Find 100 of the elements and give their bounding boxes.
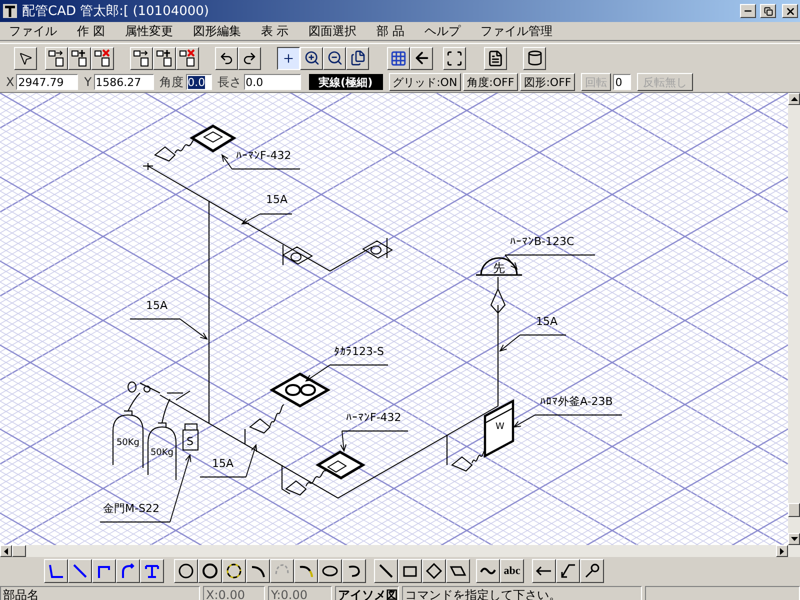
document-plus-icon xyxy=(156,49,174,67)
draw-tool-button[interactable] xyxy=(556,559,580,583)
redo-icon xyxy=(242,50,257,66)
close-icon xyxy=(784,6,796,16)
status-text: 部品名 xyxy=(0,586,200,600)
draw-tool-button[interactable] xyxy=(580,559,604,583)
right-arrow-icon xyxy=(780,548,784,554)
annotation-label: 15A xyxy=(146,299,168,312)
annotation-label: ﾊｰﾏﾝB-123C xyxy=(510,235,574,248)
draw-tool-button[interactable] xyxy=(476,559,500,583)
menu-item[interactable]: 属性変更 xyxy=(118,22,186,40)
input-field[interactable]: 0.0 xyxy=(186,74,212,90)
draw-tool-button[interactable] xyxy=(270,559,294,583)
draw-tool-button[interactable] xyxy=(68,559,92,583)
draw-tool-button[interactable] xyxy=(246,559,270,583)
scrollbar-thumb xyxy=(788,503,800,518)
symbol-label: S xyxy=(186,435,194,448)
draw-tool-button[interactable] xyxy=(140,559,164,583)
document-arrow-icon xyxy=(132,49,150,67)
draw-tool-button[interactable] xyxy=(198,559,222,583)
draw-tool-button[interactable] xyxy=(446,559,470,583)
bold-circle-icon xyxy=(201,562,219,580)
draw-tool-button[interactable] xyxy=(422,559,446,583)
toggle-button[interactable]: 角度:OFF xyxy=(463,73,518,91)
vertical-scrollbar[interactable] xyxy=(788,93,800,545)
draw-tool-button[interactable] xyxy=(342,559,366,583)
leader-arrow-icon xyxy=(559,562,577,580)
menu-item[interactable]: ヘルプ xyxy=(417,22,474,40)
draw-tool-button[interactable] xyxy=(398,559,422,583)
toolbar-button[interactable] xyxy=(277,46,300,70)
draw-tool-button[interactable] xyxy=(374,559,398,583)
cylinder-icon xyxy=(526,50,542,66)
draw-tool-button[interactable] xyxy=(116,559,140,583)
draw-tool-button[interactable] xyxy=(294,559,318,583)
status-text: X:0.00 xyxy=(203,586,265,600)
status-text: アイソメ図 xyxy=(335,586,399,600)
pointer-icon xyxy=(18,50,33,66)
draw-tool-button[interactable] xyxy=(44,559,68,583)
field-label: 角度 xyxy=(160,74,184,90)
menu-item[interactable]: ファイル xyxy=(2,22,70,40)
minimize-button[interactable] xyxy=(740,4,756,18)
menu-item[interactable]: 作 図 xyxy=(70,22,118,40)
drawing-canvas[interactable]: ﾊｰﾏﾝF-432 15A ﾊｰﾏﾝB-123C 15A 15A ﾀｶﾗ123-S ﾊﾛﾏ外釜A-23B ﾊｰﾏﾝF-432 15A 金門M-S22 先 50Kg 50Kg S W xyxy=(0,93,788,545)
restore-button[interactable] xyxy=(760,4,776,18)
diagonal-line-icon xyxy=(71,562,89,580)
input-field[interactable]: 1586.27 xyxy=(94,74,154,90)
pages-icon xyxy=(350,50,366,66)
menu-item[interactable]: 表 示 xyxy=(254,22,302,40)
field-label: X xyxy=(6,75,14,89)
annotation-label: 金門M-S22 xyxy=(103,502,160,515)
curved-step-icon xyxy=(119,562,137,580)
annotation-label: ﾊｰﾏﾝF-432 xyxy=(346,411,402,424)
menu-item[interactable]: 部 品 xyxy=(370,22,418,40)
document-plus-icon xyxy=(70,49,88,67)
annotation-label: ﾀｶﾗ123-S xyxy=(334,345,384,358)
annotation-label: 15A xyxy=(266,193,288,206)
app-icon xyxy=(2,3,18,19)
line-icon xyxy=(377,562,395,580)
draw-tool-button[interactable] xyxy=(92,559,116,583)
document-delete-icon xyxy=(94,49,112,67)
annotation-label: ﾊｰﾏﾝF-432 xyxy=(236,149,292,162)
draw-tool-button[interactable] xyxy=(222,559,246,583)
document-arrow-icon xyxy=(48,49,66,67)
annotation-label: 15A xyxy=(212,457,234,470)
up-arrow-icon xyxy=(790,97,798,101)
field-label: 長さ xyxy=(218,74,242,90)
window-title: 配管CAD 管太郎:[ (10104000) xyxy=(22,3,210,20)
restore-icon xyxy=(764,6,772,16)
dashed-circle-icon xyxy=(225,562,243,580)
symbol-label: 50Kg xyxy=(116,438,140,448)
toggle-button[interactable]: グリッド:ON xyxy=(388,73,462,91)
frame-icon xyxy=(446,50,463,66)
list-icon xyxy=(487,50,504,66)
symbol-label: 50Kg xyxy=(150,448,174,458)
draw-tool-button[interactable] xyxy=(318,559,342,583)
draw-tool-button[interactable] xyxy=(174,559,198,583)
diamond-icon xyxy=(425,562,443,580)
grid-icon xyxy=(390,50,407,66)
toggle-button[interactable]: 図形:OFF xyxy=(520,73,576,91)
input-field[interactable]: 2947.79 xyxy=(16,74,78,90)
scrollbar-thumb xyxy=(12,545,26,557)
leader-line xyxy=(340,430,408,452)
corner-line-icon xyxy=(47,562,65,580)
menu-item[interactable]: 図面選択 xyxy=(302,22,370,40)
annotation-label: ﾊﾛﾏ外釜A-23B xyxy=(540,395,613,408)
menu-item[interactable]: ファイル管理 xyxy=(473,22,566,40)
draw-tool-button[interactable]: abc xyxy=(500,559,524,583)
left-arrow-icon xyxy=(4,548,8,554)
close-button[interactable] xyxy=(782,4,798,18)
down-arrow-icon xyxy=(790,537,798,541)
horizontal-scrollbar[interactable] xyxy=(0,545,800,557)
menu-item[interactable]: 図形編集 xyxy=(186,22,254,40)
balloon-pin-icon xyxy=(583,562,601,580)
input-field[interactable]: 0.0 xyxy=(244,74,301,90)
symbol-label: W xyxy=(496,422,504,432)
leader-line xyxy=(241,214,292,225)
document-delete-icon xyxy=(178,49,196,67)
draw-tool-button[interactable] xyxy=(532,559,556,583)
symbol-label: 先 xyxy=(493,261,505,275)
status-text: Y:0.00 xyxy=(268,586,332,600)
